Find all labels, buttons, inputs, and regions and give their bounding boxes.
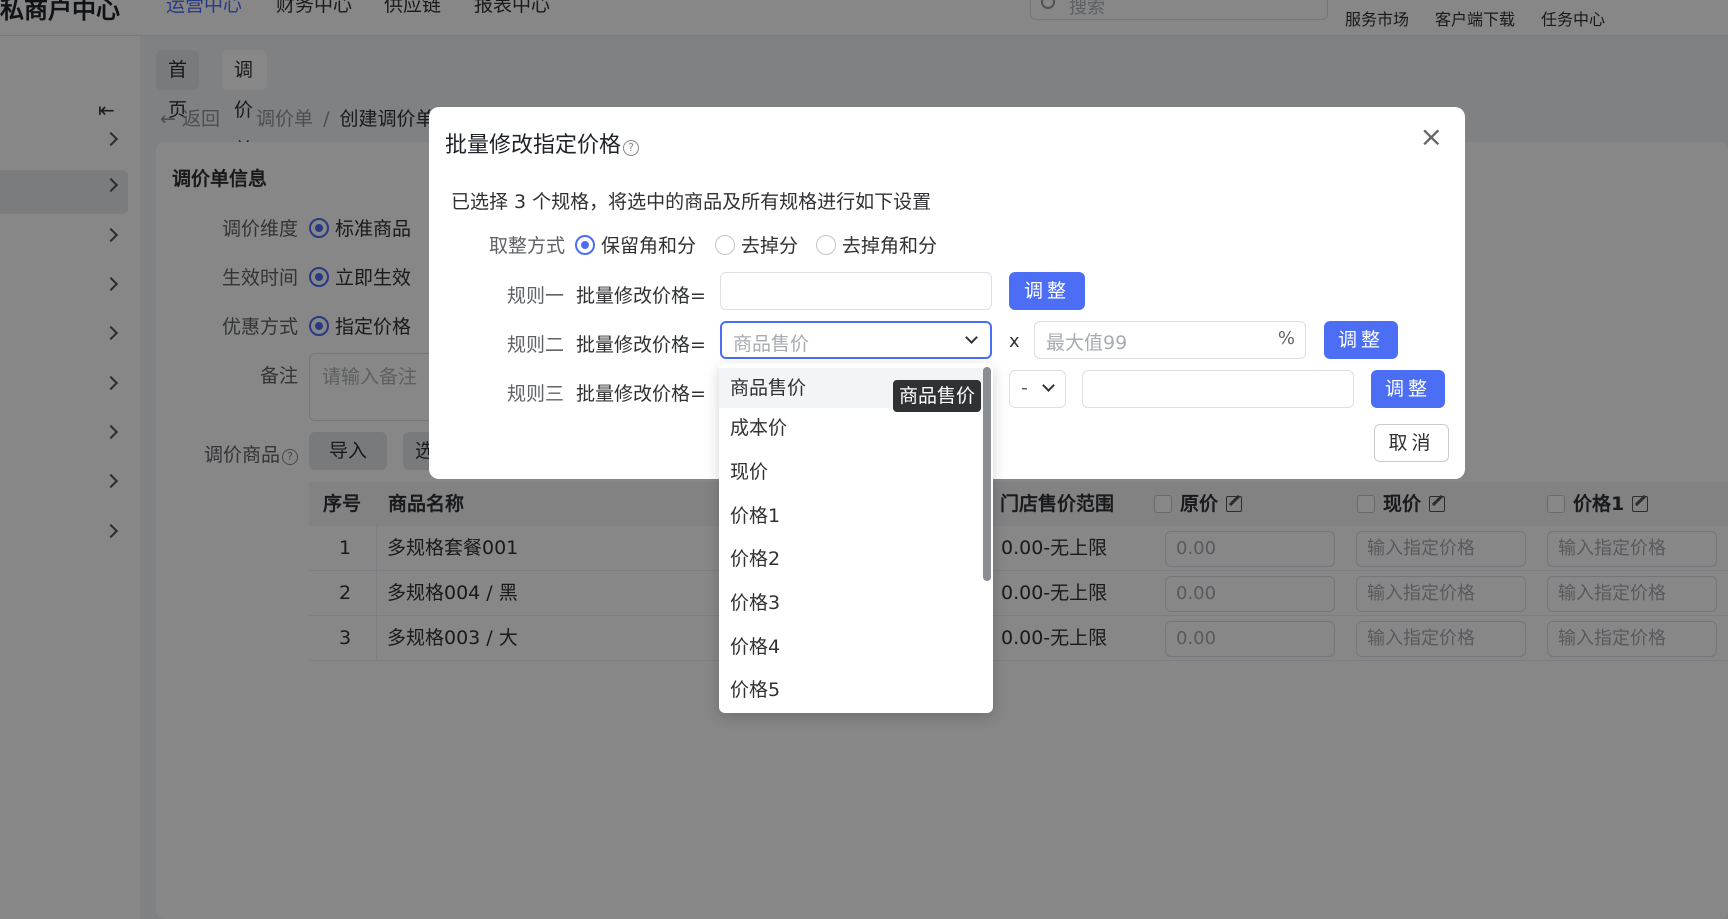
- dropdown-option[interactable]: 价格5: [719, 670, 983, 710]
- rule3-prefix: 批量修改价格=: [576, 383, 706, 405]
- rounding-option-keep[interactable]: 保留角和分: [575, 231, 696, 258]
- rule1-prefix: 批量修改价格=: [576, 285, 706, 307]
- rounding-option-label: 保留角和分: [601, 235, 697, 257]
- dropdown-option[interactable]: 价格2: [719, 539, 983, 579]
- cancel-button[interactable]: 取消: [1374, 424, 1449, 462]
- rule3-value-input[interactable]: [1082, 370, 1354, 408]
- radio-unchecked-icon: [715, 235, 735, 255]
- rule3-label: 规则三: [507, 383, 565, 405]
- modal-title-text: 批量修改指定价格: [445, 133, 622, 158]
- base-price-dropdown: 商品售价 成本价 现价 价格1 价格2 价格3 价格4 价格5: [719, 363, 993, 713]
- select-placeholder: 商品售价: [733, 333, 810, 355]
- dropdown-option[interactable]: 价格3: [719, 583, 983, 623]
- rule2-prefix: 批量修改价格=: [576, 334, 706, 356]
- dropdown-option[interactable]: 现价: [719, 452, 983, 492]
- rounding-option-drop-fen[interactable]: 去掉分: [715, 231, 798, 258]
- rule1-adjust-button[interactable]: 调整: [1009, 272, 1085, 310]
- rule3-operator-select[interactable]: -: [1009, 370, 1066, 408]
- chevron-down-icon: [1042, 379, 1055, 392]
- multiply-sign: x: [1009, 331, 1020, 352]
- rule1-label: 规则一: [507, 285, 565, 307]
- modal-description: 已选择 3 个规格，将选中的商品及所有规格进行如下设置: [451, 191, 932, 213]
- close-icon[interactable]: ×: [1420, 123, 1443, 151]
- rounding-option-label: 去掉角和分: [842, 235, 938, 257]
- dropdown-option[interactable]: 成本价: [719, 408, 983, 448]
- rule2-percent-input[interactable]: 最大值99 %: [1034, 321, 1306, 359]
- radio-unchecked-icon: [816, 235, 836, 255]
- rule2-base-select[interactable]: 商品售价: [720, 321, 992, 359]
- option-tooltip: 商品售价: [893, 380, 982, 412]
- rule2-label: 规则二: [507, 334, 565, 356]
- rule3-adjust-button[interactable]: 调整: [1371, 370, 1445, 408]
- help-icon[interactable]: ?: [623, 140, 640, 156]
- chevron-down-icon: [965, 331, 978, 344]
- modal-title: 批量修改指定价格?: [445, 127, 640, 159]
- percent-placeholder: 最大值99: [1046, 332, 1128, 354]
- rounding-label: 取整方式: [489, 235, 566, 257]
- radio-checked-icon: [575, 235, 595, 255]
- rule1-value-input[interactable]: [720, 272, 992, 310]
- rounding-option-drop-jiaofen[interactable]: 去掉角和分: [816, 231, 937, 258]
- dropdown-option[interactable]: 价格4: [719, 627, 983, 667]
- dropdown-scrollbar[interactable]: [983, 367, 991, 581]
- rule2-adjust-button[interactable]: 调整: [1324, 321, 1398, 359]
- operator-value: -: [1021, 377, 1028, 399]
- percent-suffix: %: [1277, 328, 1295, 349]
- rounding-option-label: 去掉分: [741, 235, 799, 257]
- dropdown-option[interactable]: 价格1: [719, 496, 983, 536]
